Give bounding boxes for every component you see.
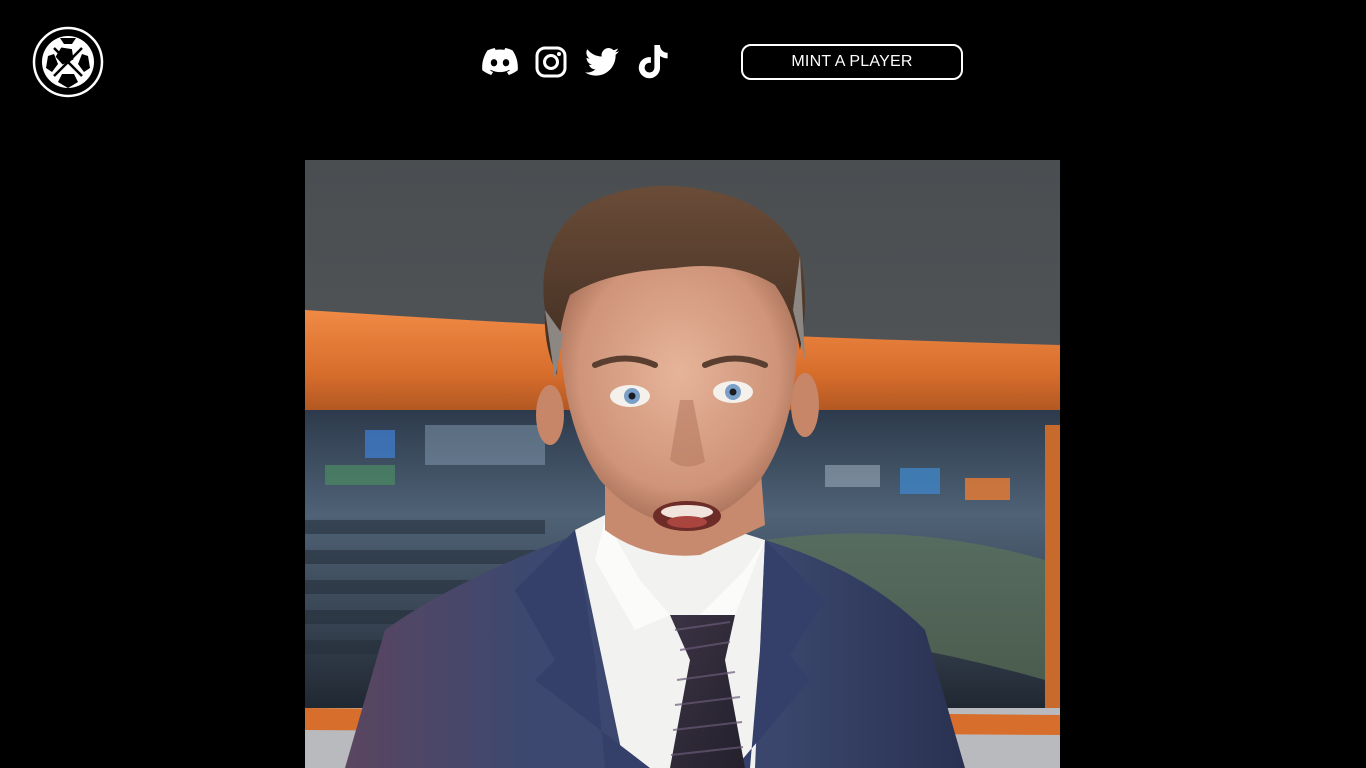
news-anchor-image bbox=[305, 160, 1060, 768]
hero-video[interactable] bbox=[305, 160, 1060, 768]
mint-a-player-button[interactable]: MINT A PLAYER bbox=[741, 44, 963, 80]
discord-link[interactable] bbox=[482, 42, 518, 82]
tiktok-link[interactable] bbox=[635, 42, 671, 82]
twitter-icon bbox=[585, 48, 619, 76]
site-logo[interactable] bbox=[32, 26, 104, 98]
instagram-link[interactable] bbox=[533, 42, 569, 82]
page: MINT A PLAYER bbox=[0, 0, 1366, 768]
social-links bbox=[482, 42, 671, 82]
discord-icon bbox=[482, 48, 518, 75]
instagram-icon bbox=[535, 46, 567, 78]
tiktok-icon bbox=[638, 45, 668, 79]
twitter-link[interactable] bbox=[584, 42, 620, 82]
soccer-ball-icon bbox=[32, 26, 104, 98]
